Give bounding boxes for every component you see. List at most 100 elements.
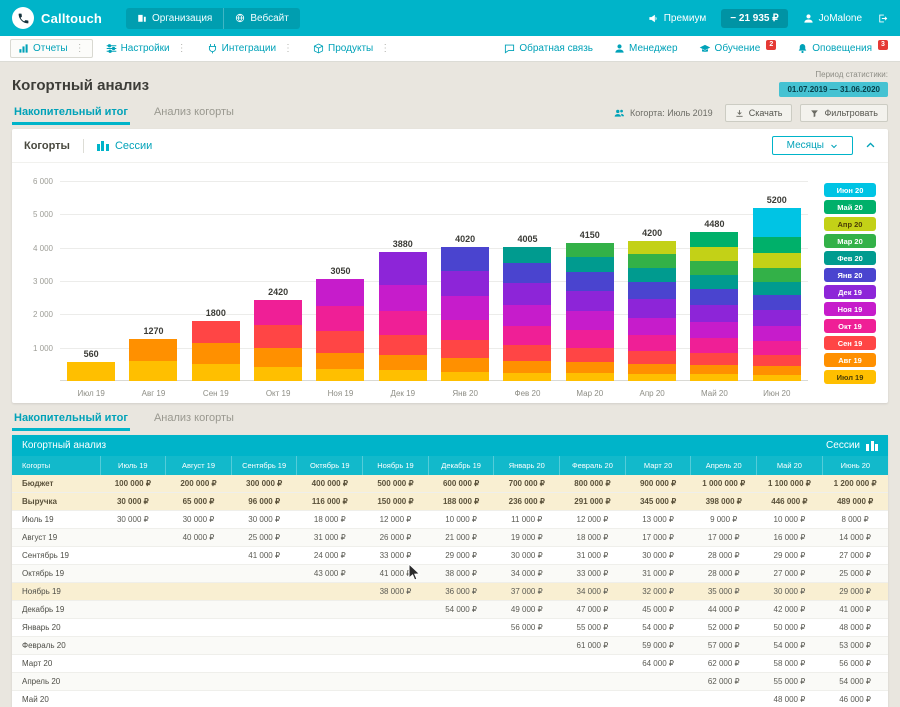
table-row-Февраль 20[interactable]: Февраль 2061 000 ₽59 000 ₽57 000 ₽54 000… (12, 637, 888, 655)
table-row-Август 19[interactable]: Август 1940 000 ₽25 000 ₽31 000 ₽26 000 … (12, 529, 888, 547)
bar-segment-Янв 20[interactable] (503, 263, 551, 283)
bar-segment-Июл 19[interactable] (628, 374, 676, 381)
bar-segment-Сен 19[interactable] (316, 331, 364, 353)
collapse-chart-button[interactable] (865, 140, 876, 151)
legend-item-Фев 20[interactable]: Фев 20 (824, 251, 876, 265)
bar-segment-Янв 20[interactable] (753, 295, 801, 310)
column-header-Июнь 20[interactable]: Июнь 20 (822, 456, 888, 475)
bar-Сен 19[interactable]: 1800Сен 19 (192, 321, 240, 381)
bar-segment-Окт 19[interactable] (753, 341, 801, 354)
bar-segment-Окт 19[interactable] (379, 311, 427, 334)
bar-segment-Дек 19[interactable] (379, 252, 427, 285)
bar-segment-Янв 20[interactable] (566, 272, 614, 291)
bar-segment-Дек 19[interactable] (441, 271, 489, 296)
bar-segment-Фев 20[interactable] (753, 282, 801, 295)
bar-segment-Окт 19[interactable] (441, 320, 489, 341)
kebab-menu-icon[interactable]: ⋮ (283, 43, 293, 54)
bar-segment-Апр 20[interactable] (753, 253, 801, 267)
bar-Окт 19[interactable]: 2420Окт 19 (254, 300, 302, 381)
bar-segment-Фев 20[interactable] (628, 268, 676, 282)
bar-segment-Авг 19[interactable] (129, 339, 177, 361)
bar-segment-Сен 19[interactable] (690, 353, 738, 365)
bar-segment-Фев 20[interactable] (690, 275, 738, 289)
bar-segment-Ноя 19[interactable] (566, 311, 614, 330)
bar-segment-Мар 20[interactable] (566, 243, 614, 258)
column-header-Сентябрь 19[interactable]: Сентябрь 19 (231, 456, 297, 475)
bar-segment-Июл 19[interactable] (441, 372, 489, 381)
kebab-menu-icon[interactable]: ⋮ (380, 43, 390, 54)
bar-Фев 20[interactable]: 4005Фев 20 (503, 247, 551, 381)
bar-segment-Июл 19[interactable] (753, 375, 801, 381)
column-header-Май 20[interactable]: Май 20 (757, 456, 823, 475)
bar-segment-Ноя 19[interactable] (628, 318, 676, 335)
period-date-range[interactable]: 01.07.2019 — 31.06.2020 (779, 82, 888, 97)
calltouch-logo[interactable]: Calltouch (12, 7, 102, 29)
table-row-Выручка[interactable]: Выручка30 000 ₽65 000 ₽96 000 ₽116 000 ₽… (12, 493, 888, 511)
bar-segment-Янв 20[interactable] (441, 247, 489, 271)
column-header-Январь 20[interactable]: Январь 20 (494, 456, 560, 475)
table-row-Ноябрь 19[interactable]: Ноябрь 1938 000 ₽36 000 ₽37 000 ₽34 000 … (12, 583, 888, 601)
bar-Июн 20[interactable]: 5200Июн 20 (753, 208, 801, 381)
bar-segment-Окт 19[interactable] (503, 326, 551, 345)
table-row-Май 20[interactable]: Май 2048 000 ₽46 000 ₽ (12, 691, 888, 707)
bar-segment-Апр 20[interactable] (628, 241, 676, 254)
bar-Мар 20[interactable]: 4150Мар 20 (566, 243, 614, 381)
nav-item-manager[interactable]: Менеджер (612, 40, 680, 58)
nav-item-integrations[interactable]: Интеграции ⋮ (200, 40, 300, 57)
bar-segment-Авг 19[interactable] (379, 355, 427, 370)
table-row-Сентябрь 19[interactable]: Сентябрь 1941 000 ₽24 000 ₽33 000 ₽29 00… (12, 547, 888, 565)
bar-segment-Июл 19[interactable] (192, 364, 240, 381)
bar-segment-Июл 19[interactable] (129, 361, 177, 381)
bar-segment-Авг 19[interactable] (566, 362, 614, 373)
bar-segment-Дек 19[interactable] (690, 305, 738, 322)
bar-segment-Мар 20[interactable] (753, 268, 801, 282)
bar-segment-Дек 19[interactable] (503, 283, 551, 306)
legend-item-Окт 19[interactable]: Окт 19 (824, 319, 876, 333)
bar-segment-Мар 20[interactable] (628, 254, 676, 268)
bar-Май 20[interactable]: 4480Май 20 (690, 232, 738, 381)
months-button[interactable]: Месяцы (772, 136, 853, 155)
tab-cohort-analysis-2[interactable]: Анализ когорты (152, 407, 236, 431)
column-header-Апрель 20[interactable]: Апрель 20 (691, 456, 757, 475)
bar-segment-Ноя 19[interactable] (690, 322, 738, 338)
bar-segment-Окт 19[interactable] (566, 330, 614, 347)
nav-item-alerts[interactable]: Оповещения 3 (795, 40, 890, 58)
bar-segment-Авг 19[interactable] (503, 361, 551, 373)
bar-segment-Фев 20[interactable] (566, 257, 614, 272)
legend-item-Янв 20[interactable]: Янв 20 (824, 268, 876, 282)
bar-segment-Авг 19[interactable] (192, 343, 240, 365)
nav-item-feedback[interactable]: Обратная связь (502, 40, 595, 58)
tab-cohort-analysis[interactable]: Анализ когорты (152, 101, 236, 125)
bar-segment-Сен 19[interactable] (254, 325, 302, 348)
bar-segment-Июн 20[interactable] (753, 208, 801, 237)
cohort-selector[interactable]: Когорта: Июль 2019 (614, 108, 713, 119)
chart-tab-cohorts[interactable]: Когорты (24, 140, 70, 152)
bar-segment-Апр 20[interactable] (690, 247, 738, 261)
bar-segment-Июл 19[interactable] (316, 369, 364, 381)
table-sessions-toggle[interactable]: Сессии (826, 440, 878, 451)
bar-Дек 19[interactable]: 3880Дек 19 (379, 252, 427, 381)
bar-segment-Июл 19[interactable] (566, 373, 614, 381)
bar-Ноя 19[interactable]: 3050Ноя 19 (316, 279, 364, 381)
tab-cumulative-total-2[interactable]: Накопительный итог (12, 407, 130, 431)
bar-segment-Окт 19[interactable] (628, 335, 676, 351)
legend-item-Дек 19[interactable]: Дек 19 (824, 285, 876, 299)
legend-item-Июл 19[interactable]: Июл 19 (824, 370, 876, 384)
bar-segment-Июл 19[interactable] (690, 374, 738, 381)
bar-segment-Дек 19[interactable] (753, 310, 801, 326)
column-header-Декабрь 19[interactable]: Декабрь 19 (428, 456, 494, 475)
bar-segment-Май 20[interactable] (753, 237, 801, 254)
nav-item-education[interactable]: Обучение 2 (697, 40, 779, 58)
column-header-Октябрь 19[interactable]: Октябрь 19 (297, 456, 363, 475)
organization-button[interactable]: Организация (126, 8, 223, 29)
column-header-Ноябрь 19[interactable]: Ноябрь 19 (363, 456, 429, 475)
bar-Авг 19[interactable]: 1270Авг 19 (129, 339, 177, 381)
bar-segment-Ноя 19[interactable] (379, 285, 427, 312)
legend-item-Ноя 19[interactable]: Ноя 19 (824, 302, 876, 316)
bar-segment-Окт 19[interactable] (690, 338, 738, 352)
column-header-Август 19[interactable]: Август 19 (166, 456, 232, 475)
bar-segment-Мар 20[interactable] (690, 261, 738, 275)
table-row-Январь 20[interactable]: Январь 2056 000 ₽55 000 ₽54 000 ₽52 000 … (12, 619, 888, 637)
bar-segment-Авг 19[interactable] (441, 358, 489, 371)
bar-segment-Дек 19[interactable] (628, 299, 676, 318)
